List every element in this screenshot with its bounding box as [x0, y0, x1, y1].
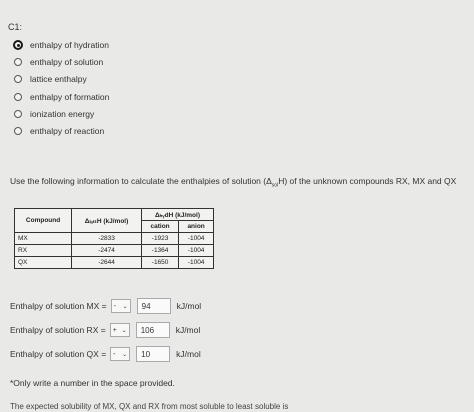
- option-enthalpy-of-formation[interactable]: enthalpy of formation: [14, 90, 109, 104]
- cell-lattice: -2833: [71, 232, 142, 245]
- option-enthalpy-of-reaction[interactable]: enthalpy of reaction: [14, 124, 104, 138]
- answer-row-rx: Enthalpy of solution RX = + ⌄ 106 kJ/mol: [10, 320, 200, 340]
- header-anion: anion: [178, 220, 214, 233]
- cell-cation: -1364: [140, 244, 180, 257]
- option-label: ionization energy: [30, 109, 95, 119]
- unit-label: kJ/mol: [176, 349, 201, 359]
- option-label: enthalpy of hydration: [30, 40, 109, 50]
- radio-selected-icon[interactable]: [13, 40, 23, 50]
- unit-label: kJ/mol: [175, 325, 201, 335]
- cell-lattice: -2474: [71, 244, 142, 257]
- answer-row-qx: Enthalpy of solution QX = - ⌄ 10 kJ/mol: [10, 344, 201, 364]
- next-question-cutoff: The expected solubility of MX, QX and RX…: [10, 402, 289, 411]
- sign-value: +: [112, 326, 117, 334]
- radio-icon[interactable]: [14, 75, 22, 83]
- chevron-down-icon: ⌄: [122, 303, 128, 310]
- cell-cation: -1650: [140, 256, 180, 269]
- header-cation: cation: [140, 220, 180, 233]
- table-row: MX -2833 -1923 -1004: [13, 232, 214, 245]
- table-row: RX -2474 -1364 -1004: [13, 244, 214, 257]
- table-row: QX -2644 -1650 -1004: [13, 256, 214, 269]
- enthalpy-data-table: Compound ΔₗₐₜₜH (kJ/mol) ΔₕᵧdH (kJ/mol) …: [13, 208, 215, 269]
- header-hydration-enthalpy: ΔₕᵧdH (kJ/mol): [140, 208, 215, 221]
- answer-label: Enthalpy of solution RX =: [10, 325, 106, 335]
- radio-icon[interactable]: [14, 127, 22, 135]
- question-number: C1:: [8, 22, 23, 32]
- question-prompt: Use the following information to calcula…: [10, 176, 456, 189]
- sign-select-mx[interactable]: - ⌄: [110, 299, 131, 313]
- header-lattice-enthalpy: ΔₗₐₜₜH (kJ/mol): [71, 208, 142, 233]
- cell-anion: -1004: [178, 232, 214, 245]
- chevron-down-icon: ⌄: [122, 351, 128, 358]
- option-enthalpy-of-hydration[interactable]: enthalpy of hydration: [13, 38, 109, 52]
- option-label: enthalpy of solution: [30, 57, 104, 67]
- cell-compound: QX: [13, 256, 73, 269]
- sign-value: -: [113, 350, 116, 358]
- answer-label: Enthalpy of solution MX =: [10, 301, 107, 311]
- sign-value: -: [113, 302, 116, 310]
- sign-select-qx[interactable]: - ⌄: [110, 347, 131, 361]
- header-compound: Compound: [13, 208, 73, 233]
- value-input-qx[interactable]: 10: [136, 346, 171, 362]
- radio-icon[interactable]: [14, 58, 22, 66]
- value-input-mx[interactable]: 94: [136, 298, 171, 314]
- cell-compound: MX: [13, 232, 73, 245]
- option-label: enthalpy of formation: [30, 92, 110, 102]
- sign-select-rx[interactable]: + ⌄: [109, 323, 130, 337]
- option-label: enthalpy of reaction: [30, 126, 105, 136]
- cell-cation: -1923: [140, 232, 180, 245]
- option-enthalpy-of-solution[interactable]: enthalpy of solution: [14, 55, 103, 69]
- unit-label: kJ/mol: [176, 301, 202, 311]
- prompt-text-after: H) of the unknown compounds RX, MX and Q…: [278, 176, 457, 186]
- cell-anion: -1004: [178, 256, 214, 269]
- option-lattice-enthalpy[interactable]: lattice enthalpy: [14, 72, 87, 86]
- prompt-text-before: Use the following information to calcula…: [10, 176, 272, 186]
- value-input-rx[interactable]: 106: [135, 322, 170, 338]
- cell-anion: -1004: [178, 244, 214, 257]
- answer-row-mx: Enthalpy of solution MX = - ⌄ 94 kJ/mol: [10, 296, 201, 316]
- answer-label: Enthalpy of solution QX =: [10, 349, 107, 359]
- cell-compound: RX: [13, 244, 73, 257]
- instruction-note: *Only write a number in the space provid…: [10, 378, 175, 388]
- chevron-down-icon: ⌄: [121, 327, 127, 334]
- radio-icon[interactable]: [14, 110, 22, 118]
- radio-icon[interactable]: [14, 93, 22, 101]
- cell-lattice: -2644: [71, 256, 142, 269]
- option-label: lattice enthalpy: [30, 74, 87, 84]
- option-ionization-energy[interactable]: ionization energy: [14, 107, 94, 121]
